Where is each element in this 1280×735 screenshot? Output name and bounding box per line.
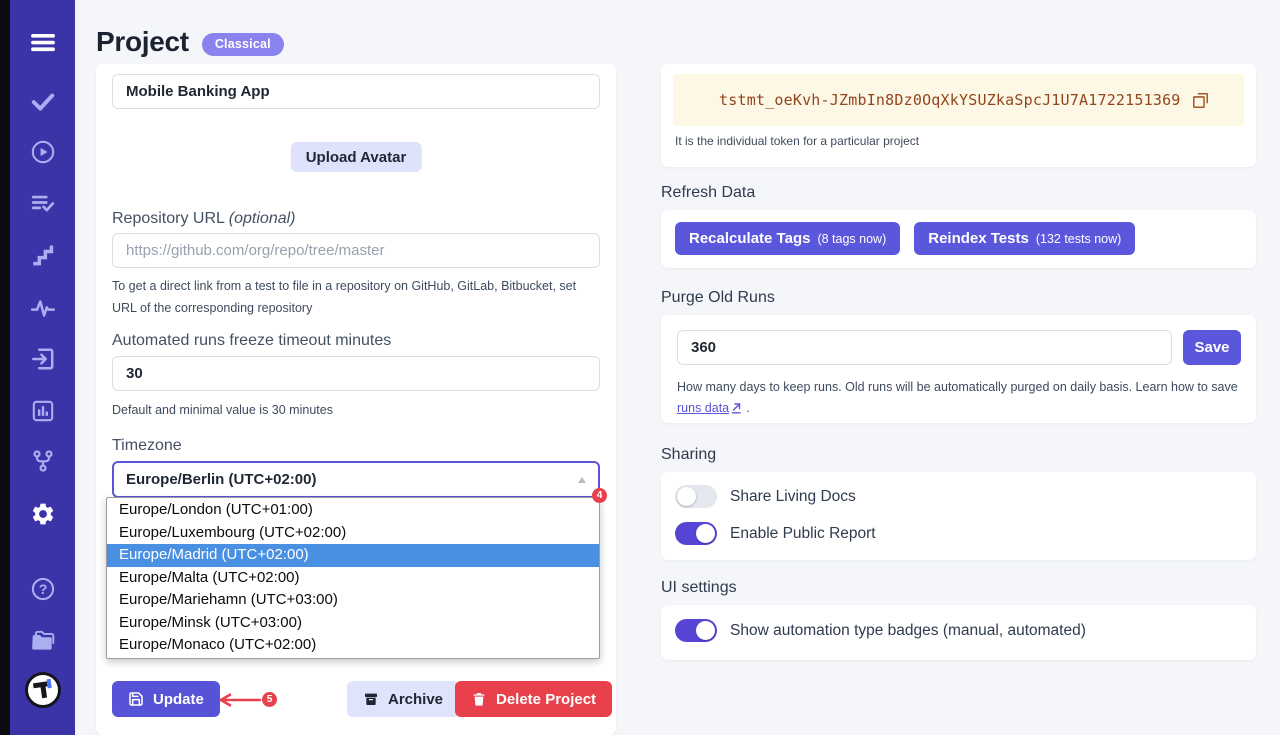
repository-url-input[interactable] <box>112 233 600 268</box>
logo-t-mark <box>26 673 60 707</box>
timezone-option[interactable]: Europe/London (UTC+01:00) <box>107 499 599 522</box>
project-token-value: tstmt_oeKvh-JZmbIn8Dz0OqXkYSUZkaSpcJ1U7A… <box>719 91 1181 109</box>
purge-days-input[interactable] <box>677 330 1172 365</box>
ui-settings-card: Show automation type badges (manual, aut… <box>661 605 1256 660</box>
freeze-timeout-input[interactable] <box>112 356 600 391</box>
upload-avatar-button[interactable]: Upload Avatar <box>291 142 422 172</box>
purge-help: How many days to keep runs. Old runs wil… <box>677 377 1244 419</box>
projects-folder-icon[interactable] <box>30 628 56 654</box>
select-arrow-icon <box>578 477 586 483</box>
reindex-tests-button[interactable]: Reindex Tests(132 tests now) <box>914 222 1135 255</box>
classical-badge: Classical <box>202 33 284 56</box>
toggle-knob <box>696 621 715 640</box>
timezone-option[interactable]: Europe/Luxembourg (UTC+02:00) <box>107 522 599 545</box>
timezone-label: Timezone <box>112 437 182 455</box>
project-name-input[interactable] <box>112 74 600 109</box>
purge-save-button[interactable]: Save <box>1183 330 1241 365</box>
annotation-badge-5: 5 <box>262 692 277 707</box>
timezone-select[interactable]: Europe/Berlin (UTC+02:00) <box>112 461 600 498</box>
token-box: tstmt_oeKvh-JZmbIn8Dz0OqXkYSUZkaSpcJ1U7A… <box>673 74 1244 126</box>
delete-project-button[interactable]: Delete Project <box>455 681 612 717</box>
toggle-knob <box>696 524 715 543</box>
project-settings-card: Upload Avatar Repository URL (optional) … <box>96 64 616 735</box>
settings-gear-icon[interactable] <box>30 501 56 527</box>
menu-icon[interactable] <box>30 29 56 55</box>
activity-pulse-icon[interactable] <box>30 295 56 321</box>
token-caption: It is the individual token for a particu… <box>675 134 919 148</box>
enable-public-report-toggle[interactable] <box>675 522 717 545</box>
refresh-data-heading: Refresh Data <box>661 184 755 202</box>
freeze-timeout-help: Default and minimal value is 30 minutes <box>112 399 600 421</box>
runs-play-icon[interactable] <box>30 139 56 165</box>
automation-badges-label: Show automation type badges (manual, aut… <box>730 622 1086 640</box>
annotation-badge-4: 4 <box>592 488 607 503</box>
save-icon <box>128 691 144 707</box>
app-logo[interactable] <box>25 672 61 708</box>
sharing-heading: Sharing <box>661 446 716 464</box>
archive-button[interactable]: Archive <box>347 681 459 717</box>
page-title: Project Classical <box>96 26 284 58</box>
repository-url-help: To get a direct link from a test to file… <box>112 275 600 319</box>
timezone-option-selected[interactable]: Europe/Madrid (UTC+02:00) <box>107 544 599 567</box>
git-fork-icon[interactable] <box>30 448 56 474</box>
share-living-docs-label: Share Living Docs <box>730 488 856 506</box>
share-living-docs-toggle[interactable] <box>675 485 717 508</box>
timezone-option[interactable]: Europe/Mariehamn (UTC+03:00) <box>107 589 599 612</box>
tests-check-icon[interactable] <box>30 88 56 114</box>
help-icon[interactable]: ? <box>30 576 56 602</box>
project-token-card: tstmt_oeKvh-JZmbIn8Dz0OqXkYSUZkaSpcJ1U7A… <box>661 64 1256 167</box>
timezone-option[interactable]: Europe/Monaco (UTC+02:00) <box>107 634 599 657</box>
test-plans-icon[interactable] <box>30 190 56 216</box>
enable-public-report-label: Enable Public Report <box>730 525 876 543</box>
archive-icon <box>363 691 379 707</box>
left-edge-strip <box>0 0 10 735</box>
timezone-dropdown: Europe/London (UTC+01:00) Europe/Luxembo… <box>106 497 600 659</box>
annotation-arrow-icon <box>216 692 262 708</box>
refresh-data-card: Recalculate Tags(8 tags now) Reindex Tes… <box>661 210 1256 268</box>
optional-hint: (optional) <box>229 210 296 227</box>
purge-old-runs-card: Save How many days to keep runs. Old run… <box>661 315 1256 423</box>
runs-data-link[interactable]: runs data <box>677 401 729 415</box>
sharing-card: Share Living Docs Enable Public Report <box>661 472 1256 560</box>
toggle-knob <box>677 487 696 506</box>
timezone-option[interactable]: Europe/Malta (UTC+02:00) <box>107 567 599 590</box>
copy-icon[interactable] <box>1191 91 1210 110</box>
purge-old-runs-heading: Purge Old Runs <box>661 289 775 307</box>
steps-icon[interactable] <box>30 242 56 268</box>
ui-settings-heading: UI settings <box>661 579 737 597</box>
sidebar: ? <box>10 0 75 735</box>
freeze-timeout-label: Automated runs freeze timeout minutes <box>112 332 391 350</box>
update-button[interactable]: Update <box>112 681 220 717</box>
page-title-text: Project <box>96 26 189 58</box>
purge-help-period: . <box>746 401 749 415</box>
repository-url-label: Repository URL (optional) <box>112 210 296 228</box>
purge-help-text: How many days to keep runs. Old runs wil… <box>677 380 1238 394</box>
recalculate-tags-button[interactable]: Recalculate Tags(8 tags now) <box>675 222 900 255</box>
external-link-icon[interactable] <box>731 402 743 414</box>
trash-icon <box>471 691 487 707</box>
timezone-selected-value: Europe/Berlin (UTC+02:00) <box>126 471 316 488</box>
automation-badges-toggle[interactable] <box>675 619 717 642</box>
timezone-option[interactable]: Europe/Minsk (UTC+03:00) <box>107 612 599 635</box>
svg-text:?: ? <box>38 581 47 597</box>
sign-in-icon[interactable] <box>30 346 56 372</box>
reports-chart-icon[interactable] <box>30 398 56 424</box>
